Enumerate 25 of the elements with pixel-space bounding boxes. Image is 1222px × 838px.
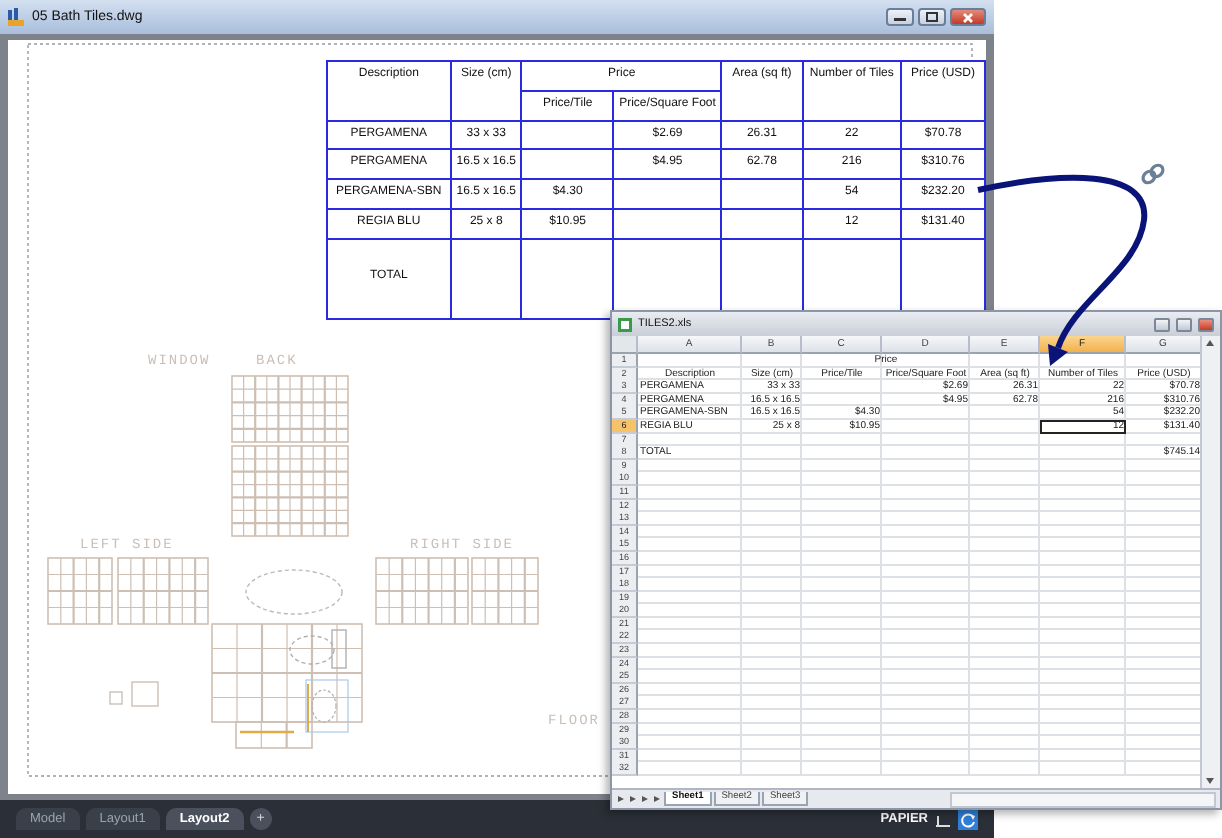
spreadsheet-file-icon: [618, 317, 632, 331]
vertical-scrollbar[interactable]: [1200, 336, 1220, 788]
maximize-button[interactable]: [918, 8, 946, 26]
close-icon: [962, 11, 974, 23]
tile-grid: [375, 557, 469, 625]
tile-grid: [231, 375, 349, 443]
toilet-outline: [305, 679, 349, 733]
maximize-icon: [926, 12, 938, 22]
snap-icon[interactable]: [934, 811, 952, 827]
tile-grid: [47, 557, 113, 625]
horizontal-scrollbar[interactable]: [950, 791, 1216, 807]
bathtub-outline: [245, 569, 343, 615]
small-square: [109, 691, 123, 705]
chain-link-icon: [1140, 162, 1166, 186]
tile-grid: [471, 557, 539, 625]
tile-grid: [231, 445, 349, 537]
highlight-line: [240, 730, 294, 734]
app-logo-icon: [8, 8, 24, 26]
close-button[interactable]: [950, 8, 986, 26]
close-button[interactable]: [1198, 317, 1214, 331]
sink-outline: [289, 629, 347, 669]
minimize-icon: [894, 13, 906, 21]
small-square: [131, 681, 159, 707]
minimize-button[interactable]: [886, 8, 914, 26]
refresh-icon[interactable]: [958, 809, 978, 829]
